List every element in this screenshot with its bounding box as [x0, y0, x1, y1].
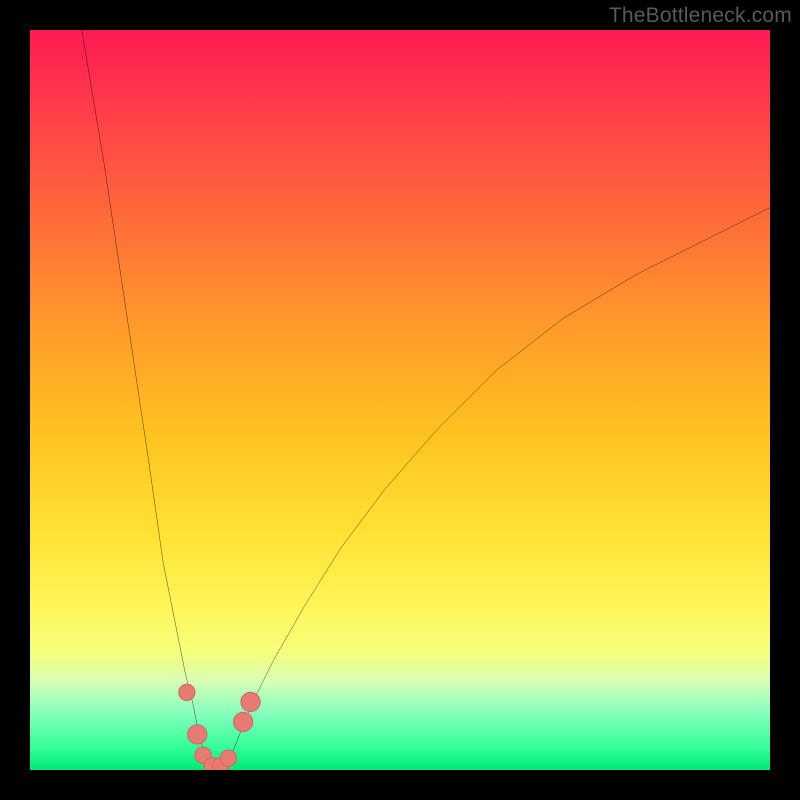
watermark-text: TheBottleneck.com: [609, 4, 792, 28]
curve-markers: [179, 684, 260, 770]
curve-marker: [234, 712, 253, 731]
chart-frame: TheBottleneck.com: [0, 0, 800, 800]
curve-marker: [241, 692, 260, 711]
bottleneck-curve: [82, 30, 770, 766]
curve-marker: [179, 684, 195, 700]
curve-marker: [188, 725, 207, 744]
plot-area: [30, 30, 770, 770]
curve-layer: [30, 30, 770, 770]
curve-marker: [220, 750, 236, 766]
